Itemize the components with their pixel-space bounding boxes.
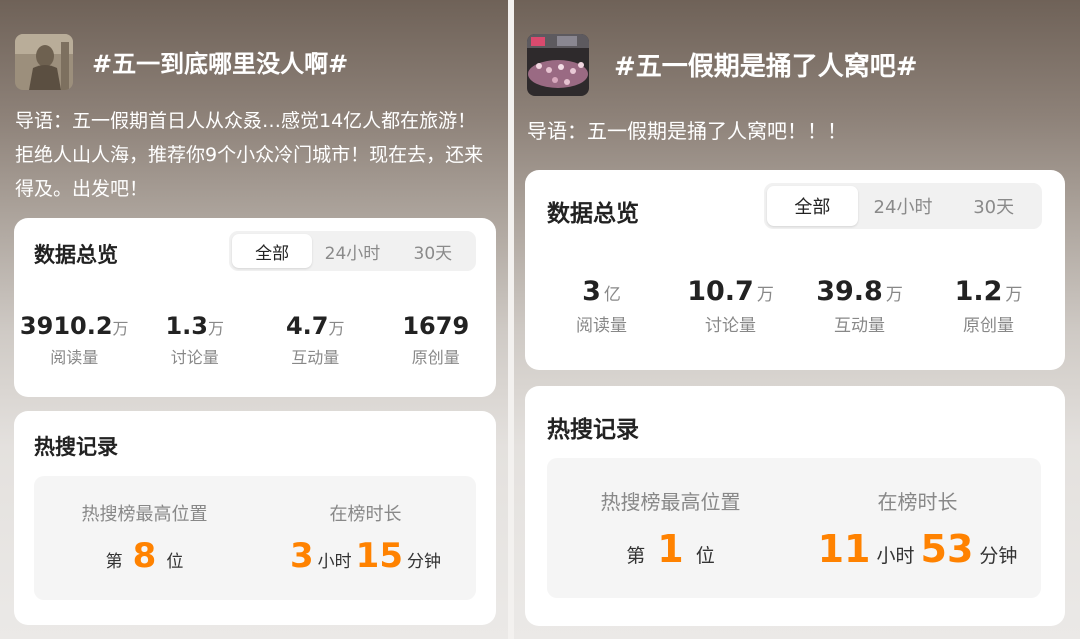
rank-column: 热搜榜最高位置 第 1 位 bbox=[547, 458, 794, 598]
rank-label: 热搜榜最高位置 bbox=[600, 489, 741, 514]
minutes-unit: 分钟 bbox=[979, 544, 1018, 567]
stat-value: 10.7 bbox=[687, 276, 754, 307]
rank-suffix: 位 bbox=[695, 544, 715, 567]
hot-search-stats: 热搜榜最高位置 第 8 位 在榜时长 3 小时 15 分钟 bbox=[34, 476, 476, 600]
stat-discuss: 1.3万 讨论量 bbox=[135, 312, 256, 368]
stat-value: 4.7 bbox=[285, 312, 329, 340]
topic-panel-right: #五一假期是捅了人窝吧# 导语：五一假期是捅了人窝吧！！！ 数据总览 全部 24… bbox=[514, 0, 1080, 639]
topic-title: #五一到底哪里没人啊# bbox=[92, 50, 349, 78]
tab-30d[interactable]: 30天 bbox=[393, 234, 473, 268]
topic-panel-left: #五一到底哪里没人啊# 导语：五一假期首日人从众叒…感觉14亿人都在旅游！拒绝人… bbox=[0, 0, 508, 639]
stat-value: 1.2 bbox=[954, 276, 1003, 307]
duration-label: 在榜时长 bbox=[329, 504, 402, 525]
rank-prefix: 第 bbox=[626, 544, 646, 567]
topic-avatar-image[interactable] bbox=[527, 34, 589, 96]
tab-all[interactable]: 全部 bbox=[767, 186, 858, 226]
overview-title: 数据总览 bbox=[547, 201, 639, 227]
overview-stats: 3910.2万 阅读量 1.3万 讨论量 4.7万 互动量 1679 原创量 bbox=[14, 312, 496, 368]
minutes-value: 53 bbox=[920, 526, 974, 571]
stat-read: 3亿 阅读量 bbox=[537, 276, 666, 336]
stat-value: 39.8 bbox=[816, 276, 883, 307]
hot-search-title: 热搜记录 bbox=[34, 435, 118, 459]
stat-label: 互动量 bbox=[834, 316, 885, 336]
stat-unit: 万 bbox=[885, 285, 903, 305]
stat-discuss: 10.7 万 讨论量 bbox=[666, 276, 795, 336]
stat-value: 3910.2 bbox=[19, 312, 113, 340]
rank-value: 8 bbox=[132, 536, 157, 576]
stat-interact: 4.7万 互动量 bbox=[255, 312, 376, 368]
stat-unit: 万 bbox=[328, 319, 345, 338]
duration-label: 在榜时长 bbox=[877, 489, 958, 514]
topic-intro: 导语：五一假期首日人从众叒…感觉14亿人都在旅游！拒绝人山人海，推荐你9个小众冷… bbox=[15, 110, 484, 200]
overview-stats: 3亿 阅读量 10.7 万 讨论量 39.8 万 互动量 1.2 万 原创量 bbox=[537, 276, 1053, 336]
overview-tabs: 全部 24小时 30天 bbox=[229, 231, 476, 271]
stat-unit: 万 bbox=[1005, 285, 1023, 305]
tab-24h[interactable]: 24小时 bbox=[312, 234, 392, 268]
topic-title: #五一假期是捅了人窝吧# bbox=[614, 52, 918, 82]
stat-value: 1.3 bbox=[165, 312, 208, 340]
stat-unit: 万 bbox=[208, 319, 225, 338]
tab-24h[interactable]: 24小时 bbox=[858, 186, 949, 226]
data-overview-card: 数据总览 全部 24小时 30天 3910.2万 阅读量 1.3万 讨论量 4.… bbox=[14, 218, 496, 397]
topic-avatar-image[interactable] bbox=[15, 34, 73, 90]
stat-value: 1679 bbox=[402, 312, 470, 340]
rank-column: 热搜榜最高位置 第 8 位 bbox=[34, 476, 255, 600]
hot-search-card: 热搜记录 热搜榜最高位置 第 8 位 在榜时长 3 小时 15 分钟 bbox=[14, 411, 496, 625]
tab-30d[interactable]: 30天 bbox=[948, 186, 1039, 226]
stat-label: 原创量 bbox=[963, 316, 1014, 336]
rank-label: 热搜榜最高位置 bbox=[81, 504, 208, 525]
hot-search-card: 热搜记录 热搜榜最高位置 第 1 位 在榜时长 11 小时 53 分钟 bbox=[525, 386, 1065, 626]
hours-unit: 小时 bbox=[876, 544, 915, 567]
stat-unit: 亿 bbox=[603, 285, 621, 305]
hot-search-stats: 热搜榜最高位置 第 1 位 在榜时长 11 小时 53 分钟 bbox=[547, 458, 1041, 598]
stat-original: 1.2 万 原创量 bbox=[924, 276, 1053, 336]
stat-label: 阅读量 bbox=[576, 316, 627, 336]
stat-label: 原创量 bbox=[411, 348, 460, 367]
minutes-value: 15 bbox=[355, 536, 403, 576]
data-overview-card: 数据总览 全部 24小时 30天 3亿 阅读量 10.7 万 讨论量 39.8 万 … bbox=[525, 170, 1065, 370]
stat-label: 互动量 bbox=[291, 348, 340, 367]
duration-column: 在榜时长 11 小时 53 分钟 bbox=[794, 458, 1041, 598]
rank-prefix: 第 bbox=[105, 552, 123, 572]
stat-unit: 万 bbox=[112, 319, 129, 338]
rank-suffix: 位 bbox=[166, 552, 184, 572]
tab-all[interactable]: 全部 bbox=[232, 234, 313, 268]
stat-original: 1679 原创量 bbox=[376, 312, 497, 368]
stat-unit: 万 bbox=[756, 285, 774, 305]
hours-value: 3 bbox=[290, 536, 314, 576]
overview-tabs: 全部 24小时 30天 bbox=[764, 183, 1042, 229]
minutes-unit: 分钟 bbox=[407, 552, 441, 572]
stat-read: 3910.2万 阅读量 bbox=[14, 312, 135, 368]
stat-label: 讨论量 bbox=[705, 316, 756, 336]
stat-interact: 39.8 万 互动量 bbox=[795, 276, 924, 336]
topic-intro: 导语：五一假期是捅了人窝吧！！！ bbox=[527, 119, 847, 143]
stat-label: 讨论量 bbox=[170, 348, 219, 367]
hot-search-title: 热搜记录 bbox=[547, 417, 639, 443]
hours-value: 11 bbox=[817, 526, 871, 571]
rank-value: 1 bbox=[657, 526, 684, 571]
stat-label: 阅读量 bbox=[50, 348, 99, 367]
overview-title: 数据总览 bbox=[34, 243, 118, 267]
duration-column: 在榜时长 3 小时 15 分钟 bbox=[255, 476, 476, 600]
hours-unit: 小时 bbox=[317, 552, 352, 572]
stat-value: 3 bbox=[582, 276, 601, 307]
